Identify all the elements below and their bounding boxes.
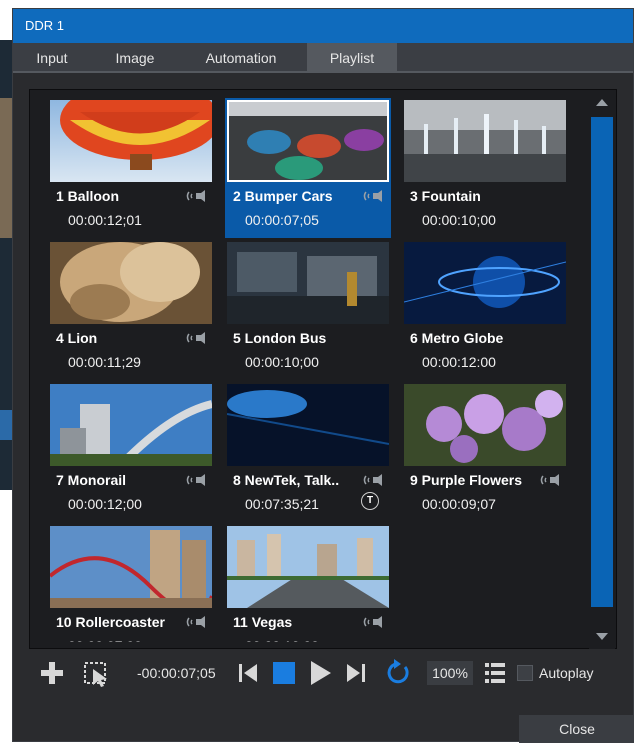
clip-name: 11 Vegas (233, 614, 293, 630)
clip-item[interactable]: 9 Purple Flowers 00:00:09;07 (402, 382, 568, 522)
add-icon[interactable] (35, 653, 69, 693)
time-remaining: -00:00:07;05 (137, 665, 216, 681)
clip-item[interactable]: 7 Monorail 00:00:12;00 (48, 382, 214, 522)
clip-name: 7 Monorail (56, 472, 127, 488)
clip-duration: 00:07:35;21 (245, 496, 319, 512)
clip-name: 10 Rollercoaster (56, 614, 165, 630)
metro-globe-thumbnail[interactable] (404, 242, 566, 324)
scroll-up-arrow-icon[interactable] (596, 99, 608, 106)
audio-icon[interactable] (186, 615, 206, 629)
tab-playlist[interactable]: Playlist (307, 43, 397, 73)
clip-duration: 00:00:10;00 (245, 638, 319, 642)
audio-icon[interactable] (540, 473, 560, 487)
loop-icon[interactable] (383, 653, 413, 693)
clip-name: 8 NewTek, Talk.. (233, 472, 340, 488)
playlist-panel: 1 Balloon 00:00:12;01 2 Bumper Cars 00:00:0… (29, 89, 617, 649)
clip-duration: 00:00:10;00 (245, 354, 319, 370)
autoplay-checkbox[interactable] (517, 665, 533, 681)
clip-item[interactable]: 4 Lion 00:00:11;29 (48, 240, 214, 380)
zoom-level[interactable]: 100% (427, 661, 473, 685)
clip-name: 3 Fountain (410, 188, 481, 204)
clip-item[interactable]: 6 Metro Globe 00:00:12:00 (402, 240, 568, 380)
close-button[interactable]: Close (519, 715, 634, 743)
clip-name: 5 London Bus (233, 330, 327, 346)
london-bus-thumbnail[interactable] (227, 242, 389, 324)
clip-duration: 00:00:12;00 (68, 496, 142, 512)
clip-duration: 00:00:07:00 (68, 638, 142, 642)
scroll-thumb[interactable] (591, 117, 613, 607)
tab-bar: Input Image Automation Playlist (13, 43, 633, 73)
bumper-cars-thumbnail[interactable] (227, 100, 389, 182)
audio-icon[interactable] (363, 615, 383, 629)
audio-icon[interactable] (186, 473, 206, 487)
autoplay-label: Autoplay (539, 665, 594, 681)
clip-duration: 00:00:10;00 (422, 212, 496, 228)
clip-name: 1 Balloon (56, 188, 120, 204)
vegas-thumbnail[interactable] (227, 526, 389, 608)
clip-item[interactable]: 10 Rollercoaster 00:00:07:00 (48, 524, 214, 642)
title-badge-icon: T (361, 492, 379, 510)
audio-icon[interactable] (363, 473, 383, 487)
clip-item[interactable]: 2 Bumper Cars 00:00:07;05 (225, 98, 391, 238)
lion-thumbnail[interactable] (50, 242, 212, 324)
audio-icon[interactable] (186, 189, 206, 203)
audio-icon[interactable] (363, 189, 383, 203)
clip-name: 6 Metro Globe (410, 330, 504, 346)
skip-previous-icon[interactable] (235, 653, 261, 693)
clip-item[interactable]: 11 Vegas 00:00:10;00 (225, 524, 391, 642)
vertical-scrollbar[interactable] (589, 93, 615, 649)
tab-input[interactable]: Input (21, 43, 83, 73)
scroll-down-arrow-icon[interactable] (596, 633, 608, 640)
clip-duration: 00:00:12:00 (422, 354, 496, 370)
window-title[interactable]: DDR 1 (13, 9, 633, 43)
transport-toolbar: -00:00:07;05 100% Autoplay (29, 653, 623, 693)
ddr-window: DDR 1 Input Image Automation Playlist 1 … (12, 8, 634, 743)
clip-duration: 00:00:09;07 (422, 496, 496, 512)
play-icon[interactable] (305, 653, 335, 693)
purple-flowers-thumbnail[interactable] (404, 384, 566, 466)
clip-duration: 00:00:07;05 (245, 212, 319, 228)
clip-name: 9 Purple Flowers (410, 472, 523, 488)
clip-name: 4 Lion (56, 330, 98, 346)
tab-automation[interactable]: Automation (185, 43, 297, 73)
clip-duration: 00:00:11;29 (68, 354, 141, 370)
clip-duration: 00:00:12;01 (68, 212, 142, 228)
newtek-thumbnail[interactable] (227, 384, 389, 466)
select-icon[interactable] (79, 653, 113, 693)
balloon-thumbnail[interactable] (50, 100, 212, 182)
clip-name: 2 Bumper Cars (233, 188, 333, 204)
fountain-thumbnail[interactable] (404, 100, 566, 182)
skip-next-icon[interactable] (343, 653, 369, 693)
clip-item[interactable]: 5 London Bus 00:00:10;00 (225, 240, 391, 380)
rollercoaster-thumbnail[interactable] (50, 526, 212, 608)
clip-item[interactable]: 8 NewTek, Talk.. 00:07:35;21 T (225, 382, 391, 522)
stop-icon[interactable] (269, 653, 299, 693)
audio-icon[interactable] (186, 331, 206, 345)
clip-item[interactable]: 3 Fountain 00:00:10;00 (402, 98, 568, 238)
list-view-icon[interactable] (481, 653, 509, 693)
tab-image[interactable]: Image (101, 43, 169, 73)
monorail-thumbnail[interactable] (50, 384, 212, 466)
clip-item[interactable]: 1 Balloon 00:00:12;01 (48, 98, 214, 238)
